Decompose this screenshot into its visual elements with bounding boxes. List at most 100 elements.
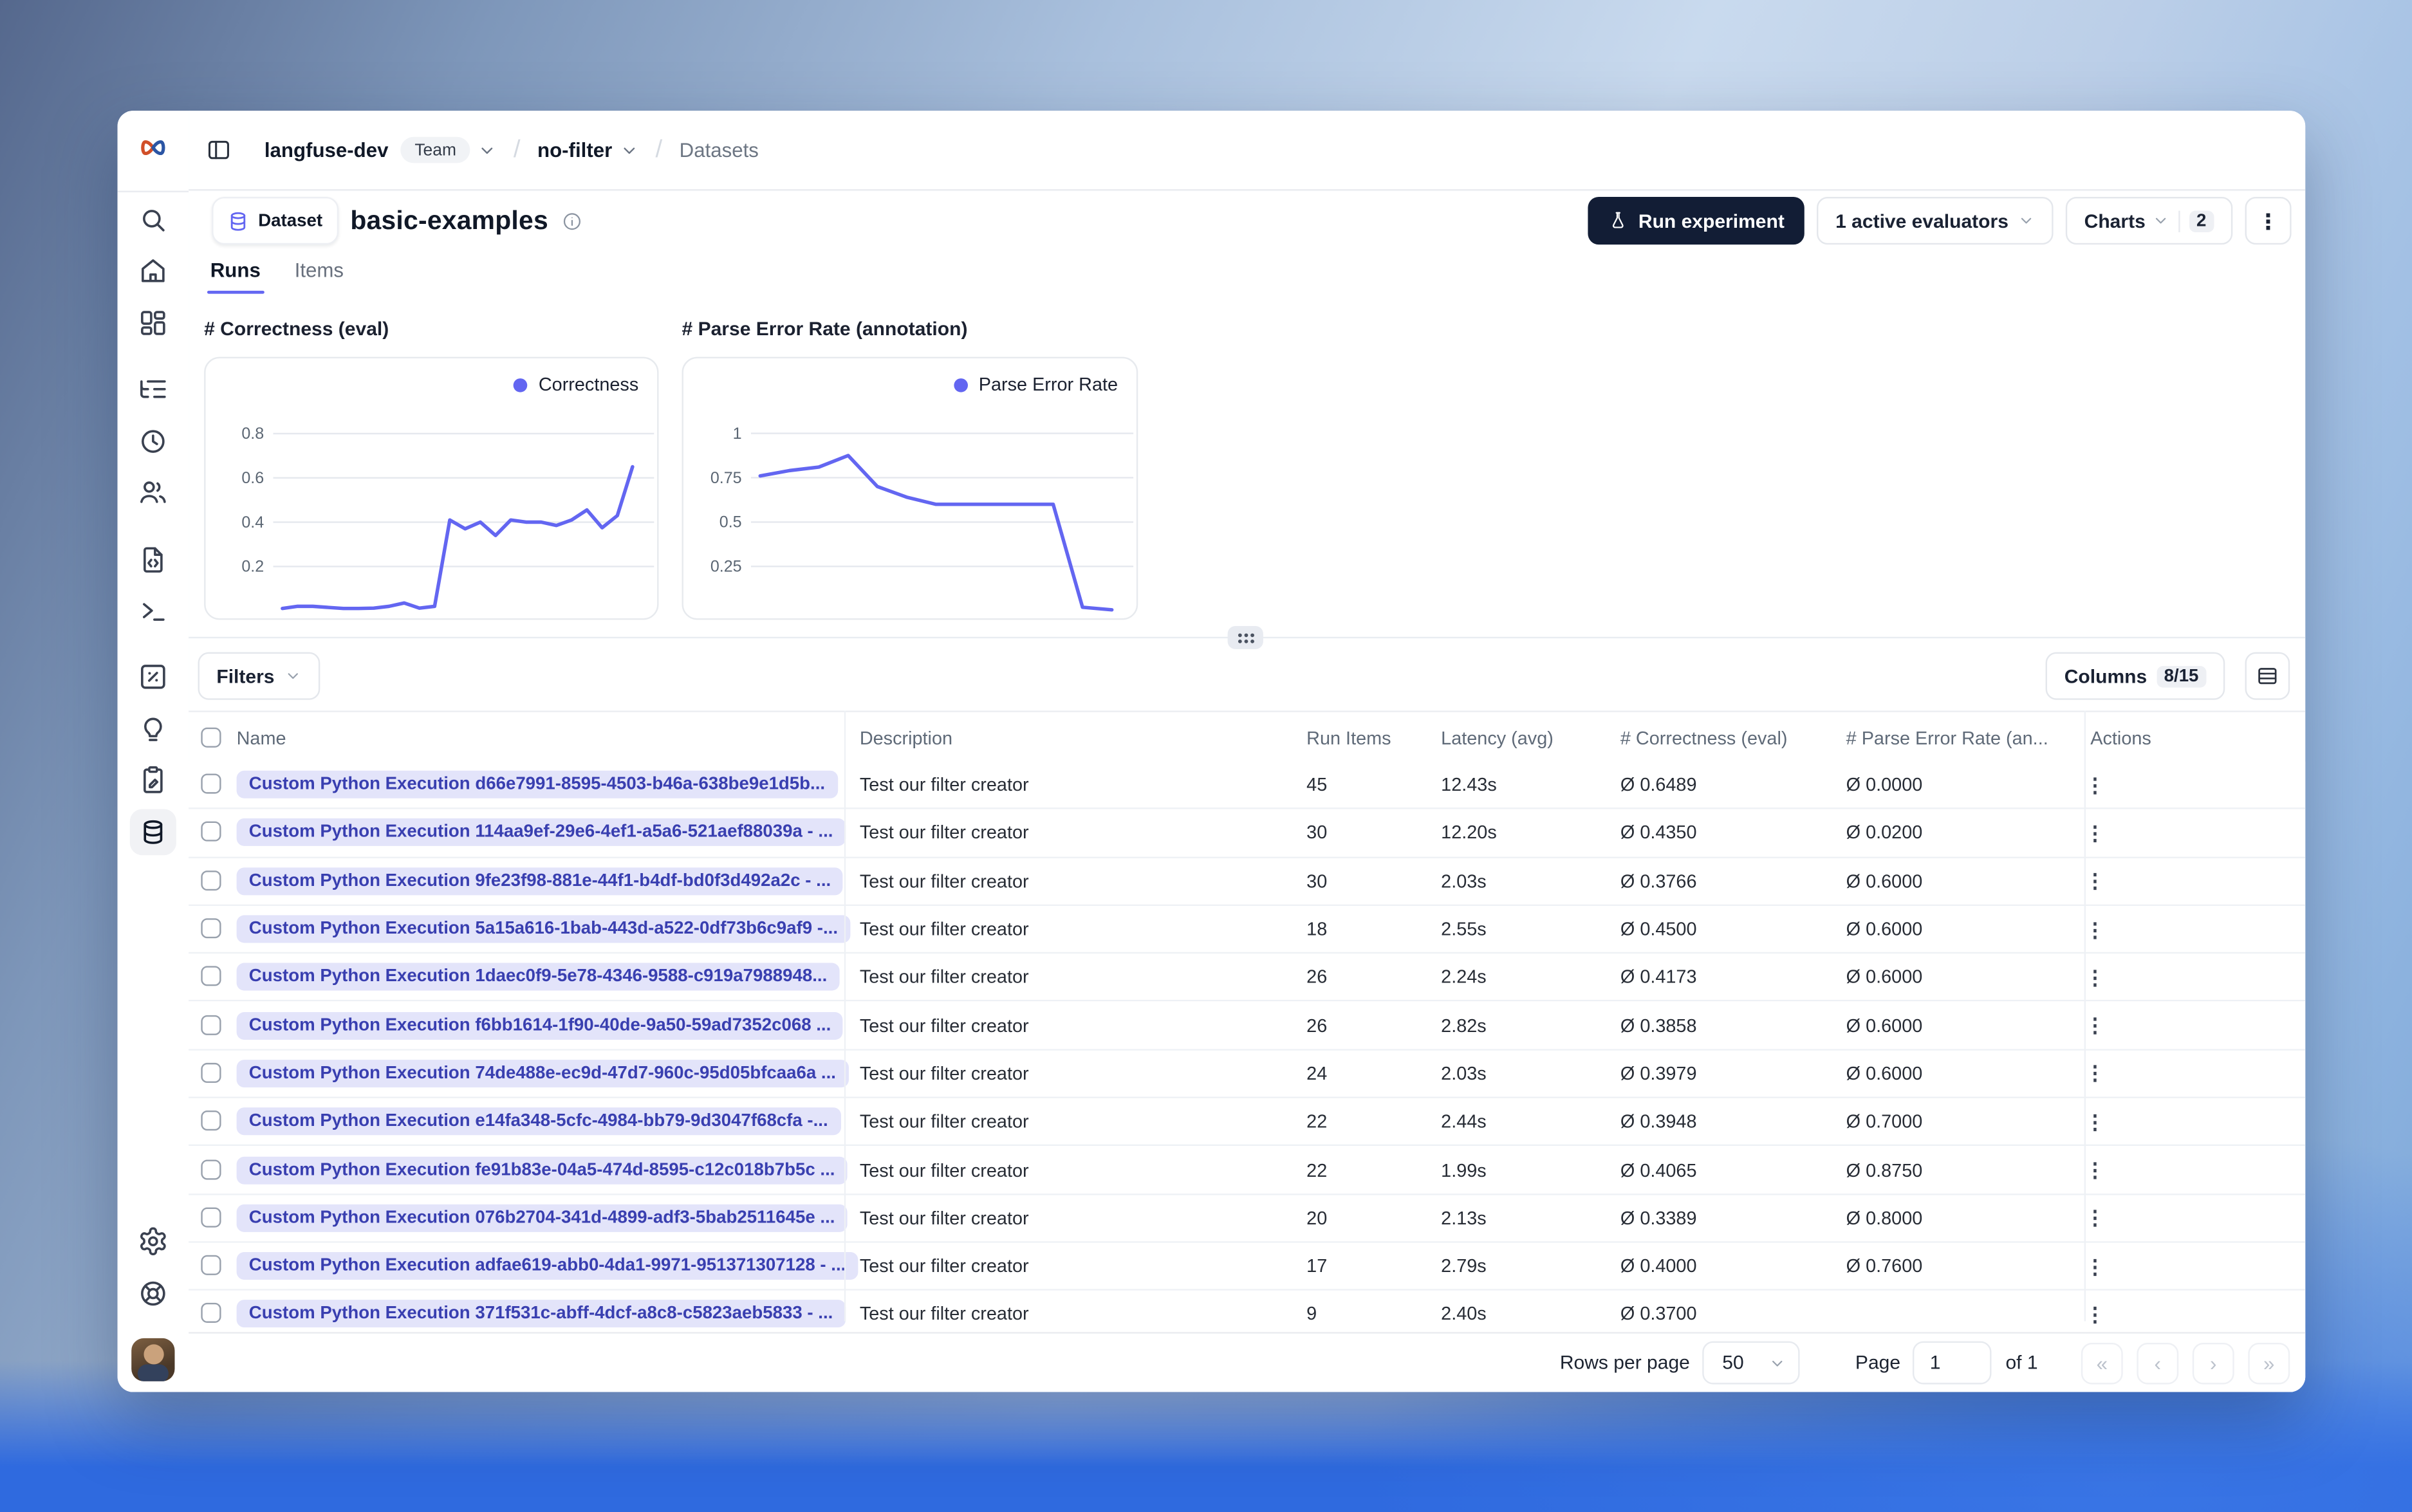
table-row: Custom Python Execution 076b2704-341d-48…: [189, 1194, 2306, 1243]
org-switcher[interactable]: [478, 141, 497, 160]
dataset-info-button[interactable]: [561, 210, 582, 231]
breadcrumb-org[interactable]: langfuse-dev: [264, 138, 389, 161]
run-name-link[interactable]: Custom Python Execution f6bb1614-1f90-40…: [236, 1011, 844, 1040]
rows-per-page-select[interactable]: 50: [1702, 1341, 1800, 1385]
resize-grip-handle[interactable]: [1227, 625, 1263, 649]
sidebar-item-dashboards[interactable]: [138, 308, 169, 338]
run-name-link[interactable]: Custom Python Execution 74de488e-ec9d-47…: [236, 1059, 849, 1087]
row-actions-kebab[interactable]: ⋮: [2085, 1112, 2105, 1132]
breadcrumb-project[interactable]: no-filter: [537, 138, 612, 161]
evaluators-dropdown[interactable]: 1 active evaluators: [1817, 197, 2054, 245]
row-checkbox[interactable]: [201, 1207, 221, 1228]
top-bar: langfuse-dev Team / no-filter / Datasets: [189, 111, 2306, 191]
first-page-button[interactable]: «: [2081, 1341, 2123, 1384]
run-name-link[interactable]: Custom Python Execution 076b2704-341d-48…: [236, 1204, 848, 1232]
columns-button[interactable]: Columns 8/15: [2045, 652, 2225, 700]
row-actions-kebab[interactable]: ⋮: [2085, 1256, 2105, 1276]
table-row: Custom Python Execution 5a15a616-1bab-44…: [189, 905, 2306, 954]
breadcrumb-section[interactable]: Datasets: [680, 138, 759, 161]
parse-error-rate-value: Ø 0.6000: [1846, 966, 1923, 988]
file-code-icon: [144, 547, 163, 573]
gear-icon: [140, 1227, 166, 1255]
page-label: Page: [1855, 1352, 1901, 1374]
row-actions-kebab[interactable]: ⋮: [2085, 871, 2105, 891]
column-header-parse-error: # Parse Error Rate (an...: [1846, 726, 2048, 749]
row-checkbox[interactable]: [201, 1303, 221, 1323]
charts-dropdown[interactable]: Charts 2: [2065, 197, 2233, 245]
run-name-link[interactable]: Custom Python Execution 5a15a616-1bab-44…: [236, 915, 851, 943]
run-name-link[interactable]: Custom Python Execution adfae619-abb0-4d…: [236, 1252, 858, 1280]
sidebar-item-home[interactable]: [138, 255, 169, 286]
parse-error-rate-value: Ø 0.8000: [1846, 1207, 1923, 1229]
table-row: Custom Python Execution 74de488e-ec9d-47…: [189, 1050, 2306, 1099]
row-actions-kebab[interactable]: ⋮: [2085, 1015, 2105, 1035]
run-items-value: 26: [1306, 1014, 1328, 1037]
entity-type-label: Dataset: [258, 211, 323, 230]
sidebar-item-datasets[interactable]: [129, 809, 176, 856]
row-checkbox[interactable]: [201, 966, 221, 987]
tab-runs[interactable]: Runs: [207, 259, 264, 294]
filters-button[interactable]: Filters: [198, 652, 320, 700]
sidebar-item-prompts[interactable]: [138, 544, 169, 575]
next-page-button[interactable]: ›: [2192, 1341, 2234, 1384]
run-name-link[interactable]: Custom Python Execution 9fe23f98-881e-44…: [236, 867, 844, 895]
sidebar-item-tracing[interactable]: [138, 374, 169, 405]
row-checkbox[interactable]: [201, 1111, 221, 1131]
page-actions-kebab[interactable]: ⋮: [2245, 197, 2292, 245]
tab-items[interactable]: Items: [292, 259, 347, 294]
parse-error-rate-value: Ø 0.6000: [1846, 870, 1923, 892]
run-items-value: 22: [1306, 1111, 1328, 1133]
row-checkbox[interactable]: [201, 1062, 221, 1083]
sidebar-item-users[interactable]: [138, 477, 169, 508]
parse-error-rate-value: Ø 0.6000: [1846, 1062, 1923, 1085]
run-name-link[interactable]: Custom Python Execution 114aa9ef-29e6-4e…: [236, 818, 846, 847]
row-actions-kebab[interactable]: ⋮: [2085, 919, 2105, 939]
row-checkbox[interactable]: [201, 1255, 221, 1276]
row-checkbox[interactable]: [201, 773, 221, 794]
sidebar-toggle-button[interactable]: [206, 137, 232, 163]
row-actions-kebab[interactable]: ⋮: [2085, 1064, 2105, 1083]
latency-value: 2.40s: [1441, 1303, 1487, 1325]
sidebar-item-search[interactable]: [138, 205, 169, 235]
previous-page-button[interactable]: ‹: [2137, 1341, 2179, 1384]
chart-title-parse-error: # Parse Error Rate (annotation): [682, 318, 968, 340]
parse-error-chart-card: 0.25 0.5 0.75 1 Parse Error Rate: [682, 356, 1138, 620]
sidebar-item-evaluators[interactable]: [138, 714, 169, 744]
run-name-link[interactable]: Custom Python Execution 1daec0f9-5e78-43…: [236, 963, 840, 991]
sidebar-item-playground[interactable]: [138, 595, 169, 626]
row-actions-kebab[interactable]: ⋮: [2085, 1208, 2105, 1228]
sidebar-item-support[interactable]: [138, 1278, 169, 1309]
sidebar-item-settings[interactable]: [138, 1226, 169, 1257]
run-name-link[interactable]: Custom Python Execution e14fa348-5cfc-49…: [236, 1107, 840, 1136]
row-checkbox[interactable]: [201, 1159, 221, 1179]
row-height-button[interactable]: [2245, 652, 2290, 700]
row-checkbox[interactable]: [201, 870, 221, 890]
project-switcher[interactable]: [620, 141, 638, 160]
row-checkbox[interactable]: [201, 918, 221, 939]
run-name-link[interactable]: Custom Python Execution 371f531c-abff-4d…: [236, 1300, 846, 1329]
legend-dot-icon: [514, 377, 528, 392]
row-actions-kebab[interactable]: ⋮: [2085, 1304, 2105, 1324]
sidebar-item-annotation[interactable]: [138, 764, 169, 795]
sidebar-item-sessions[interactable]: [138, 426, 169, 457]
parse-error-line-chart: 0.25 0.5 0.75 1: [710, 425, 1134, 612]
row-actions-kebab[interactable]: ⋮: [2085, 823, 2105, 843]
run-name-link[interactable]: Custom Python Execution d66e7991-8595-45…: [236, 771, 838, 799]
page-total-label: of 1: [2005, 1352, 2038, 1374]
last-page-button[interactable]: »: [2248, 1341, 2290, 1384]
row-actions-kebab[interactable]: ⋮: [2085, 967, 2105, 987]
sidebar-item-scores[interactable]: [138, 661, 169, 692]
column-divider: [2084, 710, 2086, 1322]
run-name-link[interactable]: Custom Python Execution fe91b83e-04a5-47…: [236, 1156, 848, 1184]
run-description: Test our filter creator: [859, 966, 1029, 988]
user-avatar[interactable]: [131, 1338, 175, 1381]
row-actions-kebab[interactable]: ⋮: [2085, 1160, 2105, 1180]
row-actions-kebab[interactable]: ⋮: [2085, 775, 2105, 795]
row-checkbox[interactable]: [201, 822, 221, 842]
page-number-input[interactable]: [1913, 1341, 1992, 1385]
lightbulb-icon: [144, 717, 162, 741]
run-experiment-button[interactable]: Run experiment: [1587, 197, 1805, 245]
parse-error-rate-value: Ø 0.6000: [1846, 918, 1923, 940]
select-all-checkbox[interactable]: [201, 726, 221, 747]
row-checkbox[interactable]: [201, 1014, 221, 1035]
